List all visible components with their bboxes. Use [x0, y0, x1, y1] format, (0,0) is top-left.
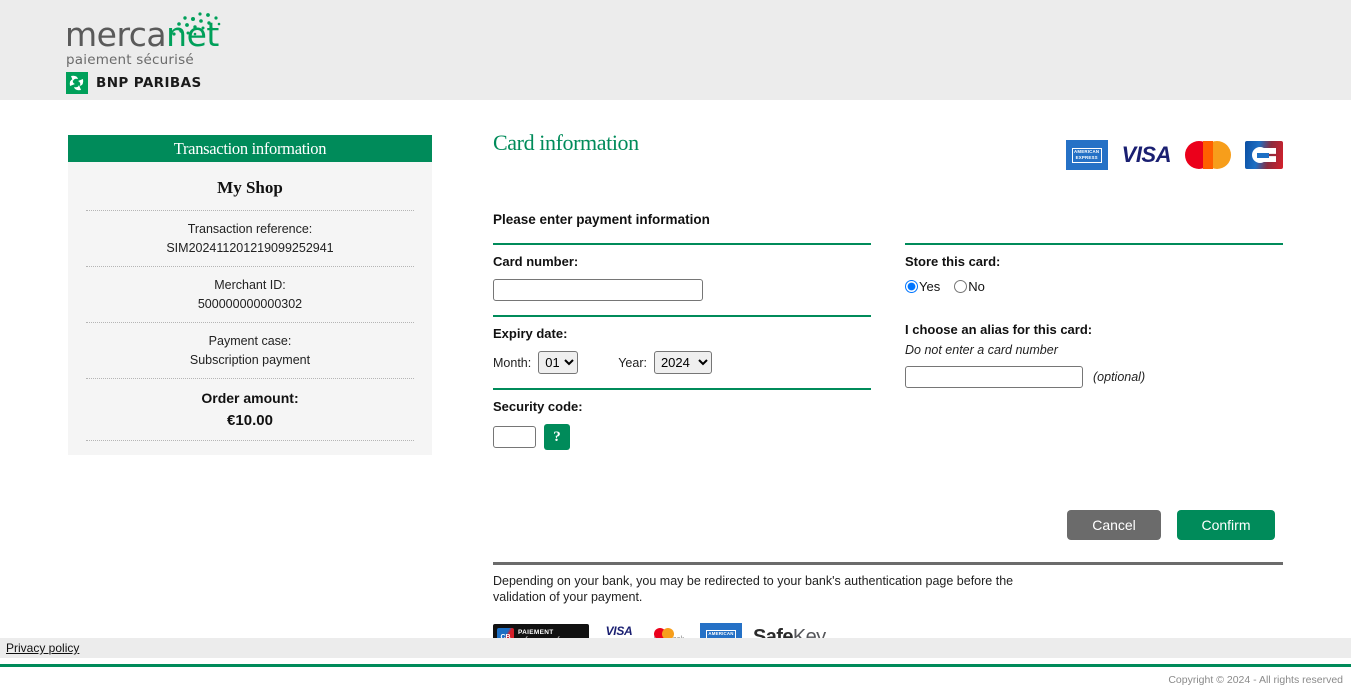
expiry-controls: Month: 010203040506070809101112 Year: 20…: [493, 351, 871, 374]
order-amount-row: Order amount: €10.00: [86, 379, 414, 440]
store-card-no-option[interactable]: No: [954, 279, 985, 294]
bnp-paribas-label: BNP PARIBAS: [96, 75, 202, 91]
divider: [493, 562, 1283, 565]
expiry-year-select[interactable]: 2024202520262027202820292030203120322033: [654, 351, 712, 374]
visa-secure-top: VISA: [606, 625, 633, 638]
order-amount-label: Order amount:: [86, 388, 414, 409]
privacy-policy-link[interactable]: Privacy policy: [6, 641, 79, 655]
footer-divider: [0, 664, 1351, 667]
security-code-group: Security code: ?: [493, 390, 871, 464]
store-card-yes-radio[interactable]: [905, 280, 918, 293]
mastercard-logo-icon: [1185, 141, 1231, 169]
brand-word-merca: merca: [65, 15, 166, 54]
redirect-note: Depending on your bank, you may be redir…: [493, 573, 1053, 605]
visa-logo-icon: VISA: [1122, 142, 1171, 168]
cancel-button[interactable]: Cancel: [1067, 510, 1161, 540]
alias-controls: (optional): [905, 366, 1283, 388]
mercanet-logo: mercanet paiement sécurisé: [65, 12, 225, 90]
alias-note: Do not enter a card number: [905, 343, 1283, 357]
form-columns: Card number: Expiry date: Month: 0102030…: [493, 243, 1283, 464]
shop-name: My Shop: [86, 162, 414, 210]
store-card-no-radio[interactable]: [954, 280, 967, 293]
accepted-card-brands: AMERICAN EXPRESS VISA: [1066, 140, 1283, 170]
confirm-button[interactable]: Confirm: [1177, 510, 1275, 540]
amex-logo-icon: AMERICAN EXPRESS: [1066, 140, 1108, 170]
payment-case-value: Subscription payment: [86, 351, 414, 370]
merchant-id-row: Merchant ID: 500000000000302: [86, 267, 414, 322]
bnp-square-icon: [66, 72, 88, 94]
bnp-paribas-logo: BNP PARIBAS: [66, 72, 202, 94]
expiry-date-group: Expiry date: Month: 01020304050607080910…: [493, 317, 871, 388]
card-number-label: Card number:: [493, 254, 871, 269]
store-card-group: Store this card: Yes No: [905, 245, 1283, 308]
card-number-input[interactable]: [493, 279, 703, 301]
store-card-column: Store this card: Yes No I choose an alia…: [905, 243, 1283, 464]
store-card-no-label: No: [968, 279, 985, 294]
store-card-label: Store this card:: [905, 254, 1283, 269]
security-code-help-button[interactable]: ?: [544, 424, 570, 450]
card-number-group: Card number:: [493, 245, 871, 315]
divider: [86, 440, 414, 441]
payment-case-row: Payment case: Subscription payment: [86, 323, 414, 378]
payment-case-label: Payment case:: [86, 332, 414, 351]
transaction-information-panel: Transaction information My Shop Transact…: [68, 135, 432, 455]
privacy-bar: Privacy policy: [0, 638, 1351, 658]
transaction-reference-row: Transaction reference: SIM20241120121909…: [86, 211, 414, 266]
copyright-text: Copyright © 2024 - All rights reserved: [1168, 674, 1343, 686]
alias-label: I choose an alias for this card:: [905, 322, 1283, 337]
merchant-id-value: 500000000000302: [86, 295, 414, 314]
store-card-radio-group: Yes No: [905, 279, 1283, 294]
cb-logo-icon: [1245, 141, 1283, 169]
security-code-controls: ?: [493, 424, 871, 450]
security-code-input[interactable]: [493, 426, 536, 448]
transaction-reference-label: Transaction reference:: [86, 220, 414, 239]
amex-logo-line2: EXPRESS: [1076, 155, 1098, 161]
expiry-month-label: Month:: [493, 356, 531, 370]
instruction-text: Please enter payment information: [493, 212, 1283, 227]
expiry-month-select[interactable]: 010203040506070809101112: [538, 351, 578, 374]
alias-input[interactable]: [905, 366, 1083, 388]
transaction-reference-value: SIM202411201219099252941: [86, 239, 414, 258]
transaction-panel-title: Transaction information: [68, 135, 432, 162]
alias-optional-label: (optional): [1093, 370, 1145, 384]
form-actions: Cancel Confirm: [493, 510, 1283, 540]
cb-badge-line1: PAIEMENT: [518, 628, 561, 637]
page-header: mercanet paiement sécurisé: [0, 0, 1351, 100]
logo-dots-icon: [170, 12, 232, 42]
brand-tagline: paiement sécurisé: [66, 52, 194, 68]
card-information-section: Card information AMERICAN EXPRESS VISA P…: [493, 130, 1283, 652]
merchant-id-label: Merchant ID:: [86, 276, 414, 295]
store-card-yes-label: Yes: [919, 279, 940, 294]
order-amount-value: €10.00: [86, 409, 414, 432]
alias-group: I choose an alias for this card: Do not …: [905, 308, 1283, 402]
store-card-yes-option[interactable]: Yes: [905, 279, 940, 294]
security-code-label: Security code:: [493, 399, 871, 414]
expiry-year-label: Year:: [618, 356, 647, 370]
expiry-date-label: Expiry date:: [493, 326, 871, 341]
payment-fields-column: Card number: Expiry date: Month: 0102030…: [493, 243, 871, 464]
transaction-panel-body: My Shop Transaction reference: SIM202411…: [68, 162, 432, 455]
